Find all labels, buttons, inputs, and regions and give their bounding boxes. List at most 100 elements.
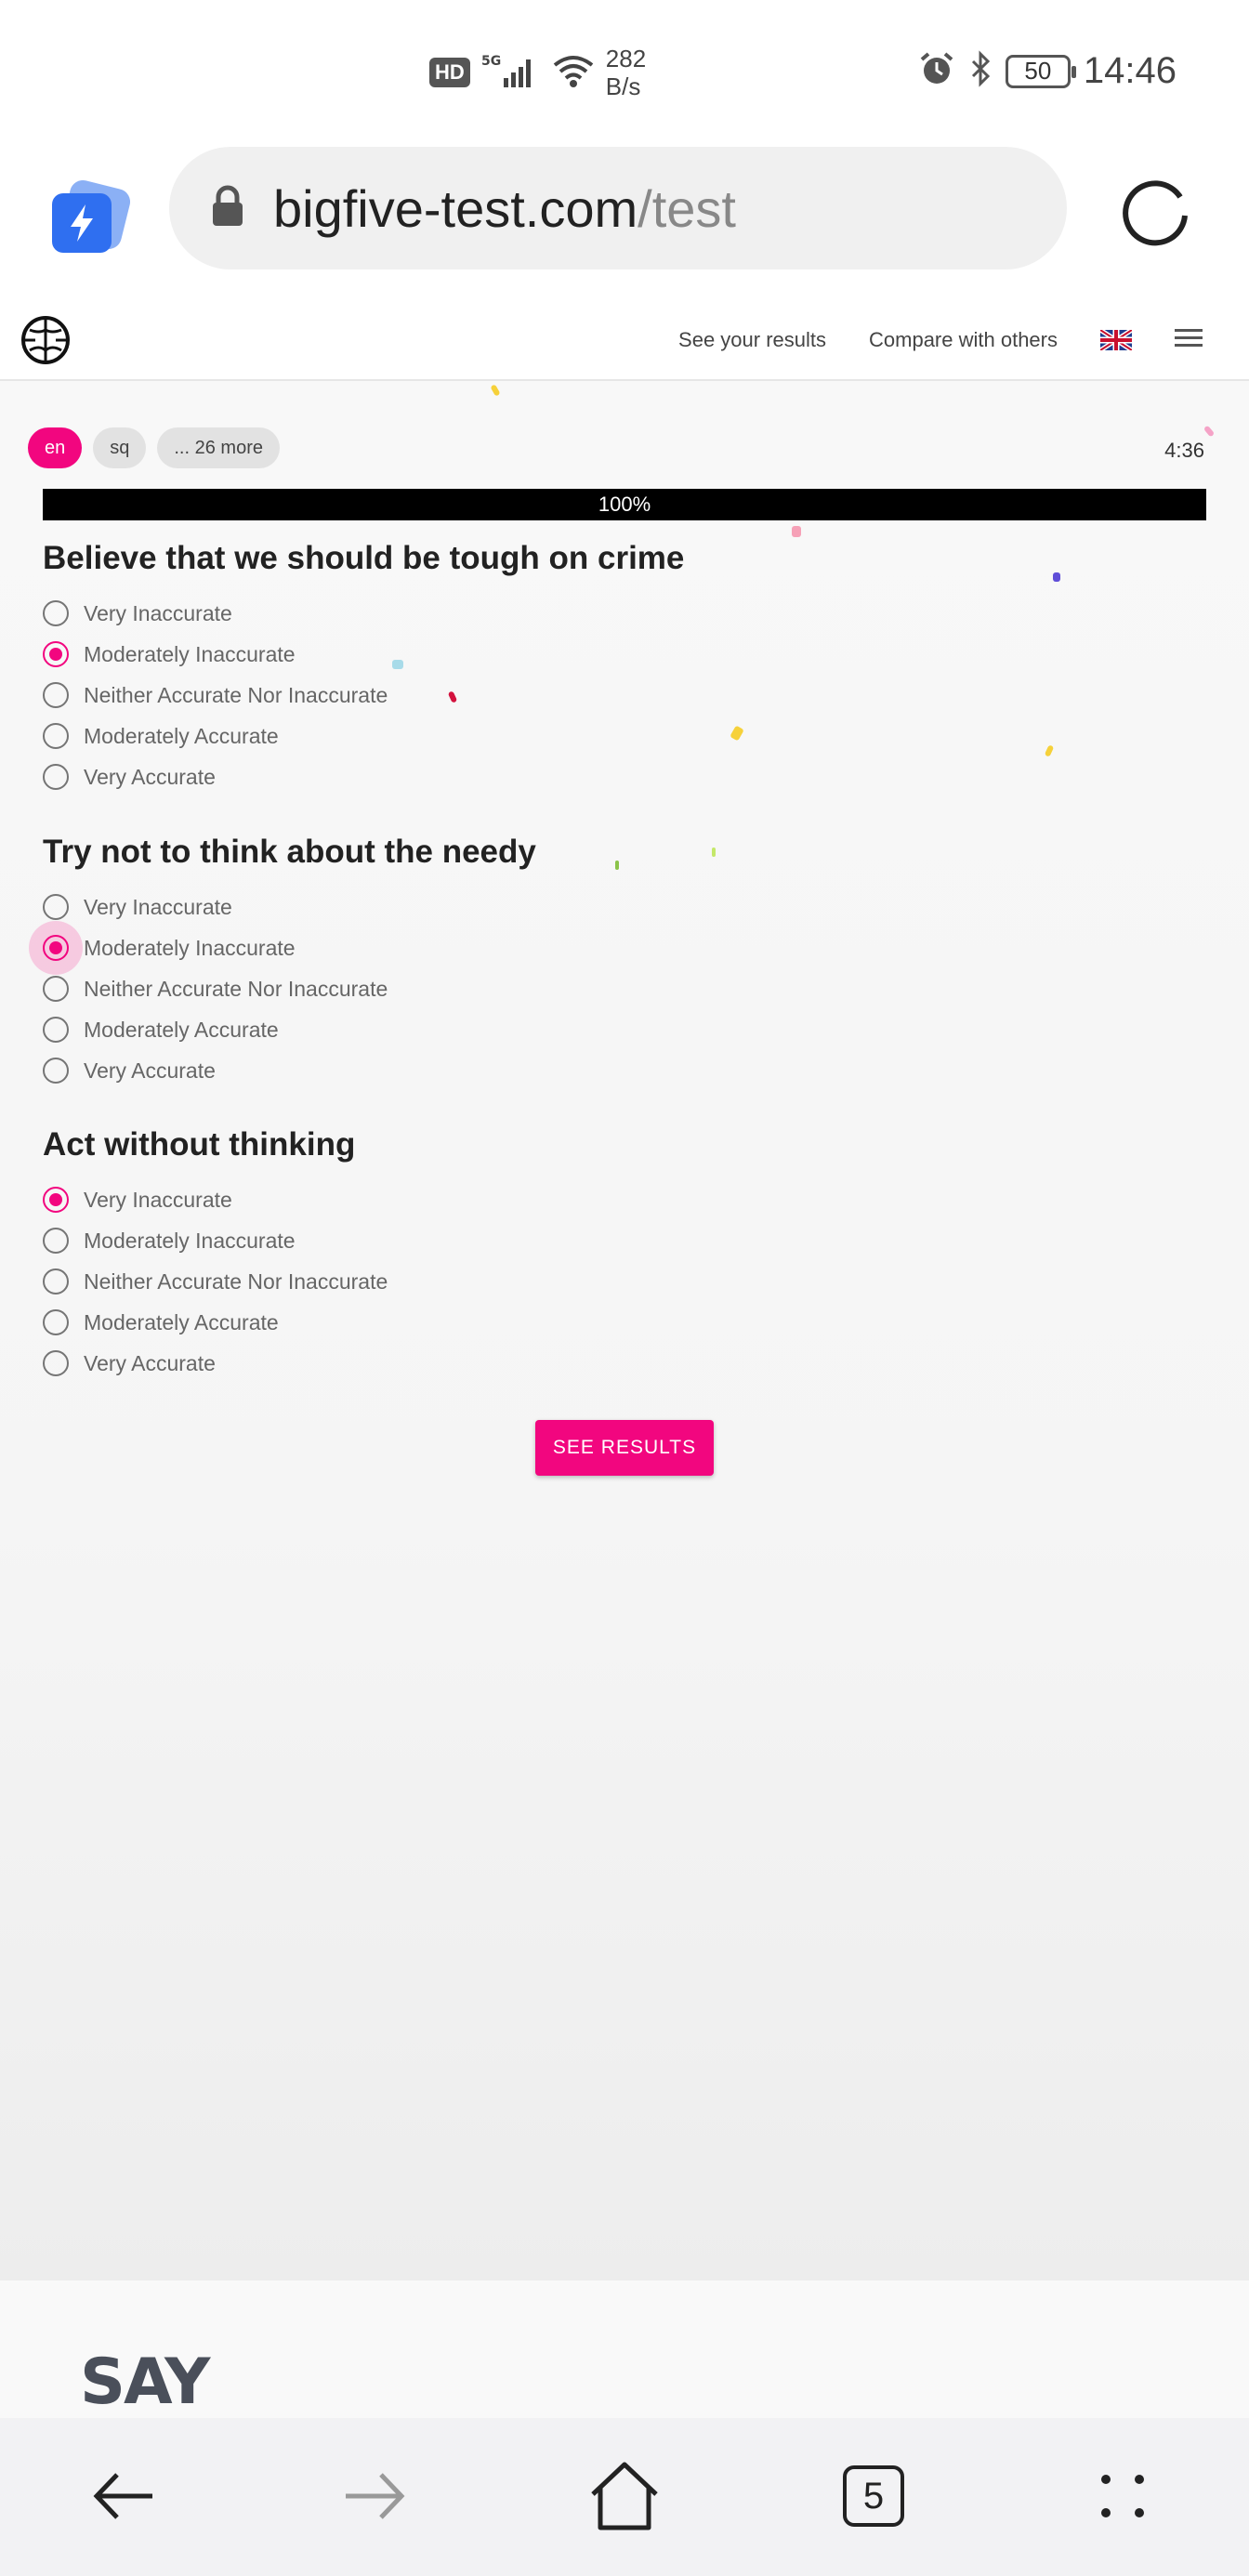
site-header: See your results Compare with others [0,307,1249,381]
address-bar[interactable]: bigfive-test.com/test [169,147,1067,269]
option-label: Moderately Accurate [84,1017,279,1042]
see-your-results-link[interactable]: See your results [678,328,826,352]
uk-flag-icon[interactable] [1098,327,1134,353]
tabs-button[interactable]: 5 [836,2459,911,2533]
radio-button[interactable] [29,921,83,975]
radio-button[interactable] [43,1228,69,1254]
hd-badge: HD [429,58,470,87]
url-domain: bigfive-test.com [273,178,638,238]
forward-arrow-icon[interactable] [336,2459,411,2533]
option-moderately-inaccurate[interactable]: Moderately Inaccurate [43,634,1204,675]
language-chip-more[interactable]: ... 26 more [157,427,280,468]
option-label: Moderately Accurate [84,723,279,748]
speed-value: 282 [605,45,647,72]
radio-button[interactable] [43,1268,69,1295]
option-label: Very Inaccurate [84,600,232,625]
radio-button[interactable] [43,1309,69,1335]
confetti-piece [490,384,501,397]
question-title: Believe that we should be tough on crime [43,540,685,576]
radio-button[interactable] [43,1058,69,1084]
battery-indicator: 50 [1005,54,1076,88]
option-label: Moderately Inaccurate [84,1228,296,1253]
question-title: Act without thinking [43,1126,356,1163]
option-moderately-accurate[interactable]: Moderately Accurate [43,1302,1204,1343]
hamburger-menu-icon[interactable] [1175,327,1203,353]
option-label: Moderately Inaccurate [84,935,296,960]
option-neither[interactable]: Neither Accurate Nor Inaccurate [43,968,1204,1009]
browser-bottom-nav: 5 [0,2418,1249,2576]
compare-with-others-link[interactable]: Compare with others [869,328,1058,352]
option-very-inaccurate[interactable]: Very Inaccurate [43,887,1204,927]
tab-count: 5 [843,2465,904,2527]
option-label: Very Accurate [84,764,216,789]
option-label: Neither Accurate Nor Inaccurate [84,976,388,1001]
option-label: Neither Accurate Nor Inaccurate [84,682,388,707]
radio-button[interactable] [43,641,69,667]
option-very-accurate[interactable]: Very Accurate [43,1343,1204,1384]
signal-icon: 5G [481,52,541,94]
progress-bar: 100% [43,489,1206,520]
radio-button[interactable] [43,1017,69,1043]
question-1: Believe that we should be tough on crime… [43,535,1204,797]
clock: 14:46 [1083,50,1177,91]
reload-icon[interactable] [1115,169,1199,253]
see-results-button[interactable]: SEE RESULTS [535,1420,714,1476]
option-label: Moderately Inaccurate [84,641,296,666]
option-label: Moderately Accurate [84,1309,279,1334]
radio-button[interactable] [43,894,69,920]
option-very-accurate[interactable]: Very Accurate [43,1050,1204,1091]
svg-text:5G: 5G [481,54,501,69]
radio-button[interactable] [43,682,69,708]
status-bar: HD 5G 282 B/s 50 14:46 [0,0,1249,139]
url-text: bigfive-test.com/test [273,178,736,239]
question-title: Try not to think about the needy [43,834,536,870]
home-icon[interactable] [587,2459,662,2533]
option-label: Very Accurate [84,1350,216,1375]
network-indicators: HD 5G 282 B/s [429,45,646,100]
option-very-accurate[interactable]: Very Accurate [43,756,1204,797]
option-very-inaccurate[interactable]: Very Inaccurate [43,1179,1204,1220]
language-chip-en[interactable]: en [28,427,83,468]
ad-text: SAY [80,2346,210,2419]
option-neither[interactable]: Neither Accurate Nor Inaccurate [43,675,1204,716]
ad-banner[interactable]: SAY [0,2280,1249,2419]
option-label: Neither Accurate Nor Inaccurate [84,1268,388,1294]
nav-links: See your results Compare with others [678,327,1203,353]
browser-app-icon[interactable] [52,177,134,258]
radio-button[interactable] [43,1350,69,1376]
option-label: Very Inaccurate [84,894,232,919]
url-path: /test [638,178,736,238]
option-label: Very Accurate [84,1058,216,1083]
status-right: 50 14:46 [918,50,1177,92]
browser-toolbar: bigfive-test.com/test [0,139,1249,281]
more-menu-icon[interactable] [1085,2459,1160,2533]
language-selector: en sq ... 26 more [28,427,280,468]
option-moderately-accurate[interactable]: Moderately Accurate [43,1009,1204,1050]
brain-logo-icon[interactable] [19,313,72,367]
question-3: Act without thinking Very Inaccurate Mod… [43,1122,1204,1384]
timer: 4:36 [1164,439,1204,462]
lock-icon [210,185,266,232]
language-chip-sq[interactable]: sq [93,427,147,468]
option-very-inaccurate[interactable]: Very Inaccurate [43,593,1204,634]
radio-button[interactable] [43,723,69,749]
radio-button[interactable] [43,600,69,626]
bluetooth-icon [968,50,993,92]
radio-button[interactable] [43,976,69,1002]
radio-button[interactable] [43,1187,69,1213]
network-speed: 282 B/s [606,45,646,100]
progress-label: 100% [598,493,651,516]
wifi-icon [552,52,595,94]
confetti-piece [1203,425,1216,438]
alarm-icon [918,50,955,92]
radio-button[interactable] [43,764,69,790]
option-label: Very Inaccurate [84,1187,232,1212]
back-arrow-icon[interactable] [87,2459,162,2533]
question-2: Try not to think about the needy Very In… [29,829,1204,1091]
option-moderately-inaccurate[interactable]: Moderately Inaccurate [29,921,1204,975]
option-moderately-accurate[interactable]: Moderately Accurate [43,716,1204,756]
test-content: en sq ... 26 more 4:36 100% Believe that… [0,381,1249,2280]
speed-unit: B/s [605,72,641,100]
option-neither[interactable]: Neither Accurate Nor Inaccurate [43,1261,1204,1302]
option-moderately-inaccurate[interactable]: Moderately Inaccurate [43,1220,1204,1261]
